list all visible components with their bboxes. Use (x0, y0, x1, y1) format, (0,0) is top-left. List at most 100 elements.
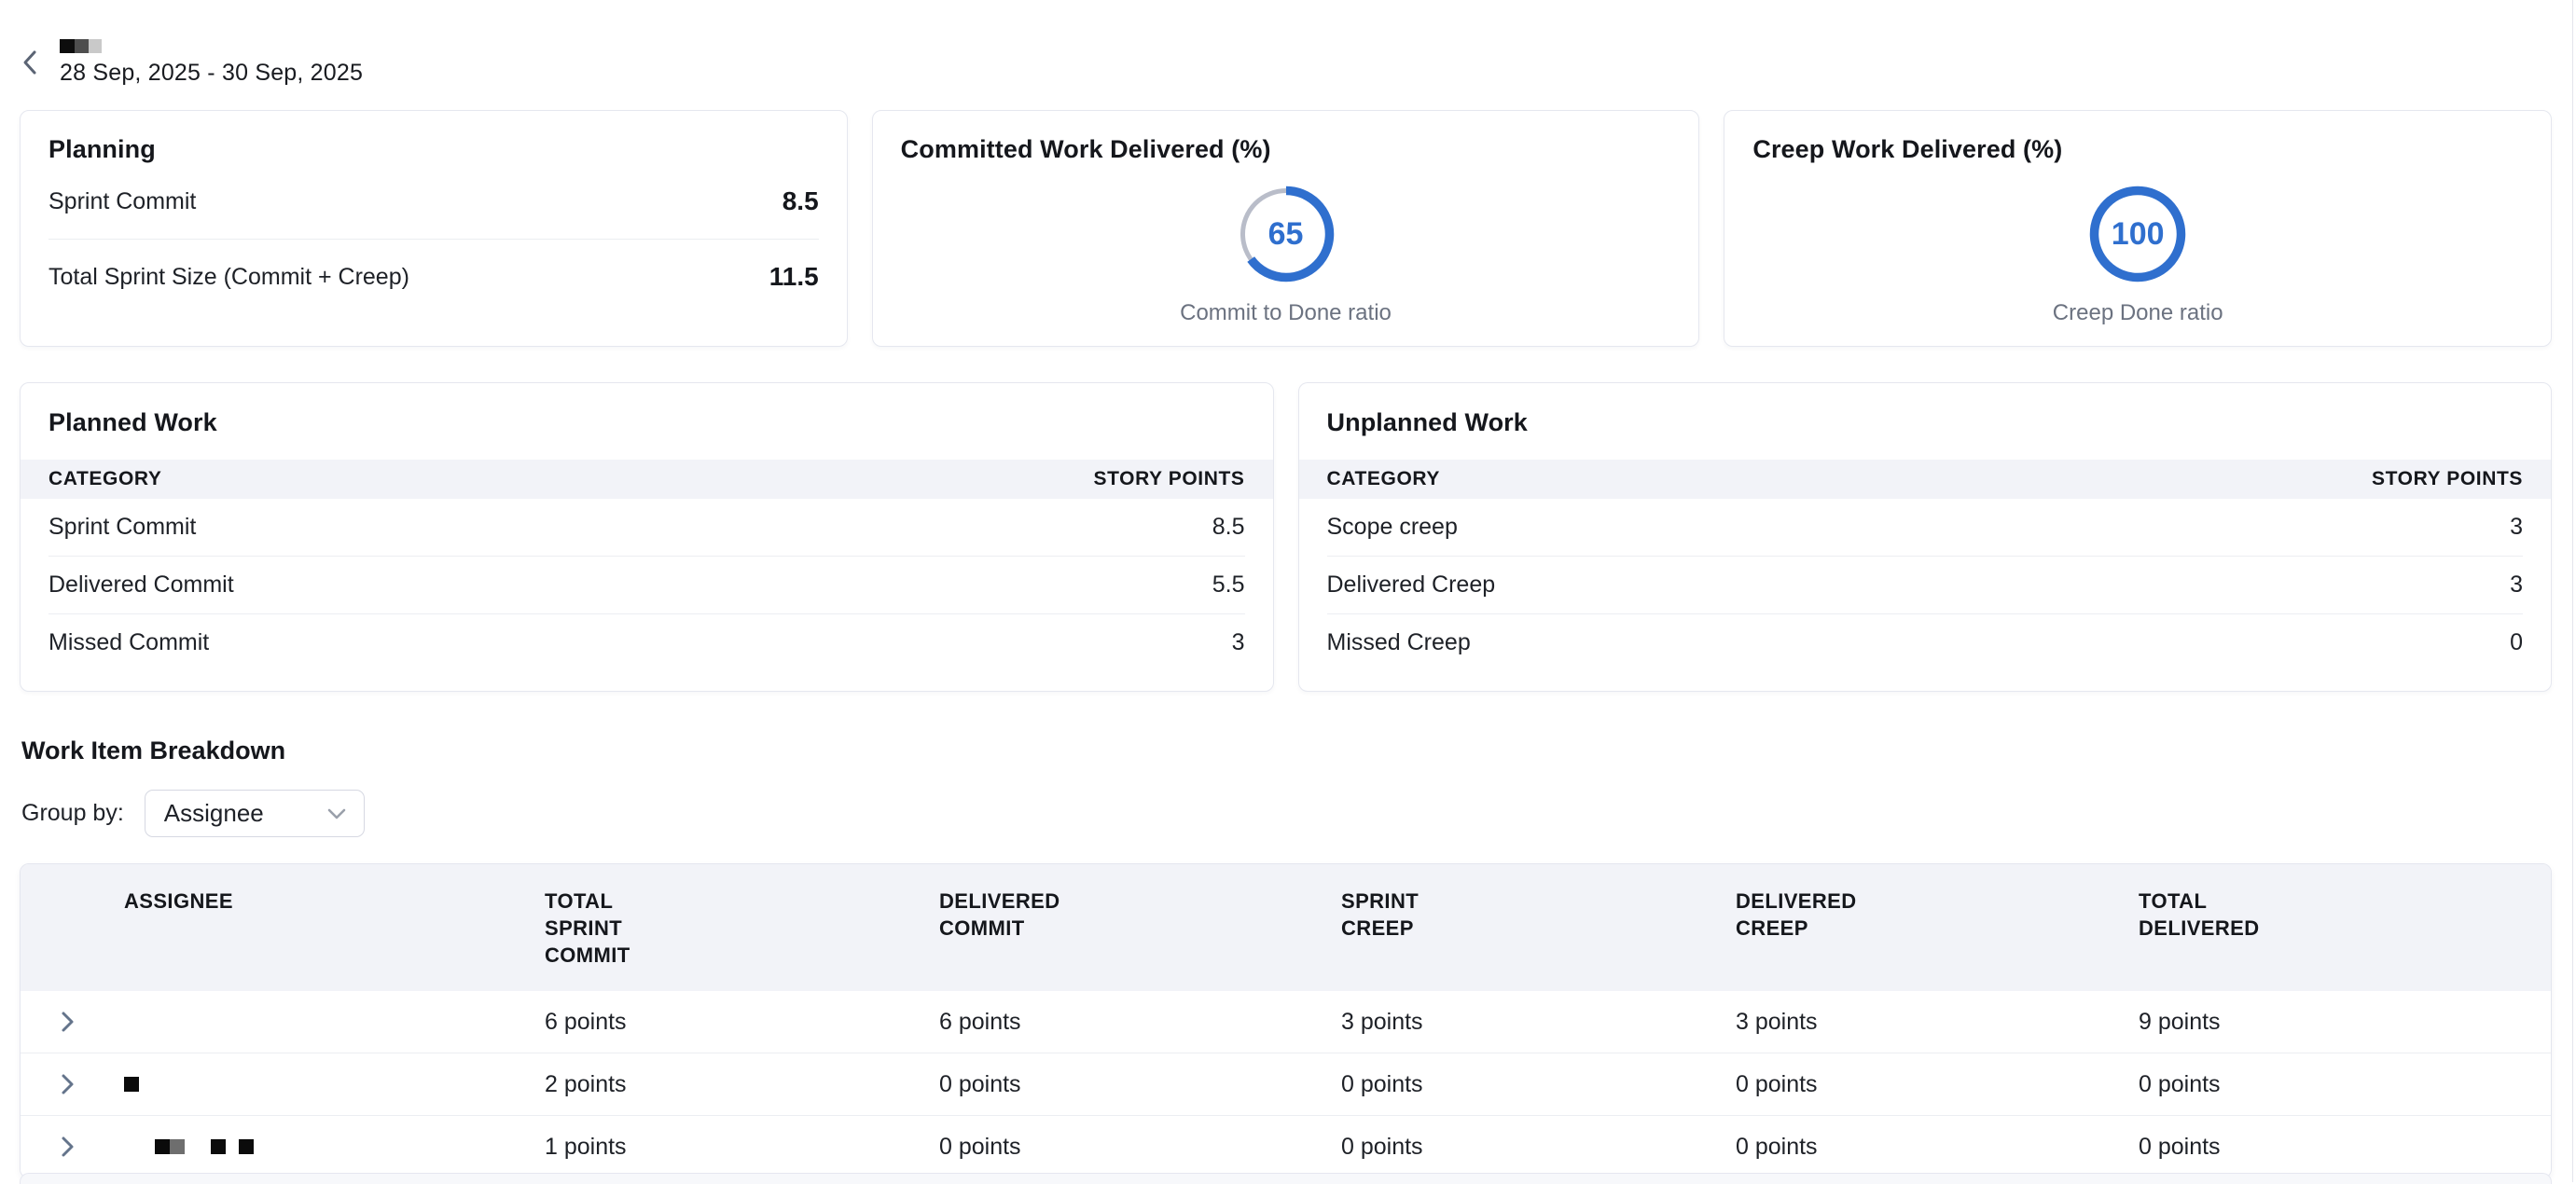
delivered-creep-cell: 0 points (1736, 1071, 2139, 1098)
committed-ring-value: 65 (1237, 185, 1336, 283)
total-sprint-commit-cell: 1 points (545, 1134, 939, 1161)
total-delivered-cell: 9 points (2139, 1009, 2551, 1036)
unplanned-work-header: CATEGORY STORY POINTS (1299, 460, 2552, 499)
breakdown-table: ASSIGNEE TOTAL SPRINT COMMIT DELIVERED C… (20, 863, 2552, 1178)
delivered-commit-cell: 6 points (939, 1009, 1341, 1036)
expand-row-button[interactable] (55, 1072, 79, 1096)
total-delivered-cell: 0 points (2139, 1134, 2551, 1161)
sprint-creep-cell: 3 points (1341, 1009, 1736, 1036)
chevron-down-icon (326, 807, 347, 820)
group-by-label: Group by: (21, 800, 124, 827)
table-row: 1 points 0 points 0 points 0 points 0 po… (21, 1115, 2551, 1177)
committed-ring-caption: Commit to Done ratio (1180, 300, 1392, 326)
expander-cell (21, 1135, 124, 1159)
redacted-block (60, 39, 75, 53)
expander-cell (21, 1072, 124, 1096)
chevron-left-icon (21, 49, 38, 76)
sprint-date-range: 28 Sep, 2025 - 30 Sep, 2025 (60, 60, 363, 87)
category-cell: Delivered Commit (48, 571, 234, 599)
table-row: Missed Commit 3 (21, 614, 1273, 671)
redacted-block (211, 1139, 226, 1154)
planned-work-card: Planned Work CATEGORY STORY POINTS Sprin… (20, 382, 1274, 692)
table-row: 6 points 6 points 3 points 3 points 9 po… (21, 991, 2551, 1053)
planning-row-value: 11.5 (769, 262, 819, 292)
redacted-block (75, 39, 89, 53)
delivered-creep-cell: 3 points (1736, 1009, 2139, 1036)
category-cell: Scope creep (1327, 514, 1458, 541)
work-item-breakdown-title: Work Item Breakdown (21, 737, 2576, 765)
next-section-peek (20, 1173, 2552, 1184)
topbar: 28 Sep, 2025 - 30 Sep, 2025 (0, 0, 2576, 97)
column-header-story-points: STORY POINTS (2372, 468, 2523, 490)
redacted-block (239, 1139, 254, 1154)
sprint-creep-cell: 0 points (1341, 1134, 1736, 1161)
expand-row-button[interactable] (55, 1010, 79, 1034)
creep-work-delivered-card: Creep Work Delivered (%) 100 Creep Done … (1724, 110, 2552, 347)
redacted-block (89, 39, 102, 53)
column-header-story-points: STORY POINTS (1093, 468, 1244, 490)
chevron-right-icon (61, 1073, 75, 1095)
sprint-report-page: 28 Sep, 2025 - 30 Sep, 2025 Planning Spr… (0, 0, 2576, 1182)
column-header-delivered-commit: DELIVERED COMMIT (939, 888, 1079, 942)
committed-progress-ring: 65 (1237, 185, 1336, 283)
category-cell: Missed Commit (48, 629, 209, 656)
expander-cell (21, 1010, 124, 1034)
table-row: 2 points 0 points 0 points 0 points 0 po… (21, 1053, 2551, 1115)
back-button[interactable] (13, 46, 47, 79)
delivered-creep-cell: 0 points (1736, 1134, 2139, 1161)
unplanned-work-card: Unplanned Work CATEGORY STORY POINTS Sco… (1298, 382, 2553, 692)
category-cell: Sprint Commit (48, 514, 196, 541)
table-row: Delivered Commit 5.5 (21, 557, 1273, 613)
table-row: Sprint Commit 8.5 (21, 499, 1273, 556)
delivered-commit-cell: 0 points (939, 1134, 1341, 1161)
sprint-title-block: 28 Sep, 2025 - 30 Sep, 2025 (60, 39, 363, 87)
column-header-category: CATEGORY (48, 468, 161, 490)
right-panel-edge (2572, 0, 2573, 1182)
assignee-cell (124, 991, 545, 1053)
summary-cards-row: Planning Sprint Commit 8.5 Total Sprint … (20, 110, 2552, 347)
group-by-dropdown[interactable]: Assignee (145, 790, 365, 837)
total-sprint-commit-cell: 2 points (545, 1071, 939, 1098)
points-cell: 8.5 (1212, 514, 1245, 541)
planning-row-label: Total Sprint Size (Commit + Creep) (48, 264, 409, 291)
creep-ring-value: 100 (2088, 185, 2187, 283)
column-header-delivered-creep: DELIVERED CREEP (1736, 888, 1876, 942)
total-sprint-commit-cell: 6 points (545, 1009, 939, 1036)
table-row: Delivered Creep 3 (1299, 557, 2552, 613)
total-delivered-cell: 0 points (2139, 1071, 2551, 1098)
column-header-category: CATEGORY (1327, 468, 1440, 490)
assignee-cell-redacted (124, 1053, 545, 1115)
sprint-creep-cell: 0 points (1341, 1071, 1736, 1098)
column-header-total-delivered: TOTAL DELIVERED (2139, 888, 2278, 942)
breakdown-table-header: ASSIGNEE TOTAL SPRINT COMMIT DELIVERED C… (21, 864, 2551, 991)
group-by-selected-value: Assignee (164, 799, 264, 828)
assignee-cell-redacted (124, 1116, 545, 1177)
points-cell: 3 (1232, 629, 1245, 656)
planning-row-sprint-commit: Sprint Commit 8.5 (48, 164, 819, 239)
planning-card-title: Planning (48, 135, 819, 164)
redacted-block (170, 1139, 185, 1154)
planning-row-total-sprint-size: Total Sprint Size (Commit + Creep) 11.5 (48, 240, 819, 314)
committed-card-title: Committed Work Delivered (%) (901, 135, 1671, 164)
delivered-commit-cell: 0 points (939, 1071, 1341, 1098)
creep-progress-ring: 100 (2088, 185, 2187, 283)
group-by-row: Group by: Assignee (21, 790, 2576, 837)
creep-ring-caption: Creep Done ratio (2053, 300, 2223, 326)
column-header-sprint-creep: SPRINT CREEP (1341, 888, 1481, 942)
chevron-right-icon (61, 1136, 75, 1158)
category-cell: Delivered Creep (1327, 571, 1496, 599)
table-row: Missed Creep 0 (1299, 614, 2552, 671)
redacted-block (124, 1077, 139, 1092)
points-cell: 0 (2510, 629, 2523, 656)
redacted-block (155, 1139, 170, 1154)
points-cell: 5.5 (1212, 571, 1245, 599)
planning-row-label: Sprint Commit (48, 188, 196, 215)
committed-ring-zone: 65 Commit to Done ratio (901, 185, 1671, 326)
expand-row-button[interactable] (55, 1135, 79, 1159)
unplanned-work-title: Unplanned Work (1299, 383, 2552, 460)
planning-row-value: 8.5 (782, 186, 819, 216)
points-cell: 3 (2510, 514, 2523, 541)
chevron-right-icon (61, 1011, 75, 1033)
work-tables-row: Planned Work CATEGORY STORY POINTS Sprin… (20, 382, 2552, 692)
column-header-assignee: ASSIGNEE (124, 888, 264, 915)
